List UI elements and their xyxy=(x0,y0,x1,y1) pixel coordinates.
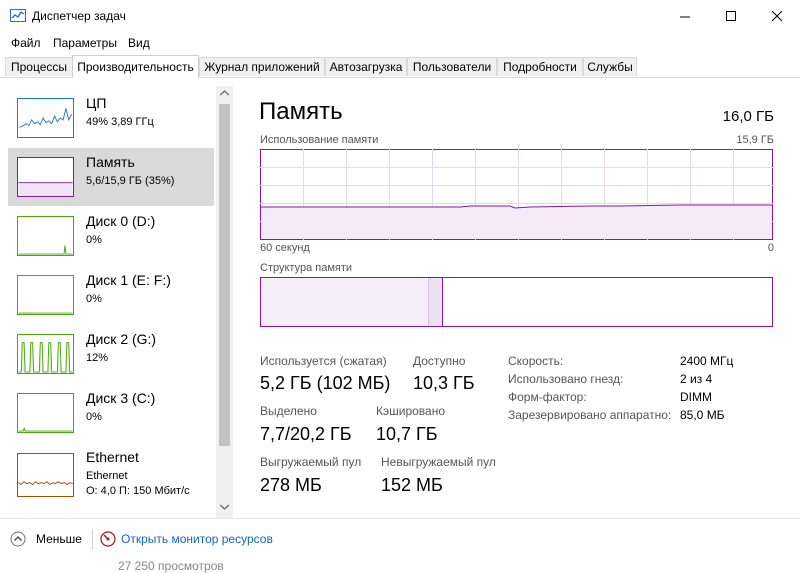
tab-app-history[interactable]: Журнал приложений xyxy=(199,57,325,76)
tab-startup[interactable]: Автозагрузка xyxy=(325,57,407,76)
background-view-count: 27 250 просмотров xyxy=(118,559,224,573)
spec-slots-label: Использовано гнезд: xyxy=(508,372,624,386)
nonpaged-pool-value: 152 МБ xyxy=(381,475,443,495)
maximize-button[interactable] xyxy=(708,0,754,32)
available-label: Доступно xyxy=(413,354,466,368)
committed-value: 7,7/20,2 ГБ xyxy=(260,424,352,444)
chart-axis-right: 0 xyxy=(767,242,774,254)
available-value: 10,3 ГБ xyxy=(413,373,475,393)
sidebar-item-label: Диск 3 (C:) xyxy=(86,390,156,406)
memory-graph-icon xyxy=(17,157,74,197)
sidebar-item-value: 5,6/15,9 ГБ (35%) xyxy=(86,175,175,187)
resource-sidebar: ЦП 49% 3,89 ГГц Память 5,6/15,9 ГБ (35%)… xyxy=(0,78,232,518)
sidebar-item-label: Ethernet xyxy=(86,449,139,465)
sidebar-item-disk1[interactable]: Диск 1 (E: F:) 0% xyxy=(8,266,214,324)
disk-graph-icon xyxy=(17,334,74,374)
spec-reserved-value: 85,0 МБ xyxy=(680,408,725,422)
committed-label: Выделено xyxy=(260,404,317,418)
paged-pool-label: Выгружаемый пул xyxy=(260,455,362,469)
sidebar-item-cpu[interactable]: ЦП 49% 3,89 ГГц xyxy=(8,89,214,147)
sidebar-item-ethernet[interactable]: Ethernet Ethernet О: 4,0 П: 150 Мбит/с xyxy=(8,443,214,507)
sidebar-item-disk3[interactable]: Диск 3 (C:) 0% xyxy=(8,384,214,442)
sidebar-item-label: Диск 1 (E: F:) xyxy=(86,272,171,288)
memory-usage-chart xyxy=(260,149,773,240)
resource-monitor-icon xyxy=(100,531,116,547)
ethernet-graph-icon xyxy=(17,453,74,497)
menu-view[interactable]: Вид xyxy=(128,36,150,50)
sidebar-item-disk0[interactable]: Диск 0 (D:) 0% xyxy=(8,207,214,265)
scroll-down-icon[interactable] xyxy=(220,504,229,510)
chart-axis-left: 60 секунд xyxy=(260,242,310,254)
menu-file[interactable]: Файл xyxy=(11,36,41,50)
usage-chart-label: Использование памяти xyxy=(260,134,379,146)
sidebar-item-label: Диск 2 (G:) xyxy=(86,331,157,347)
scroll-up-icon[interactable] xyxy=(220,90,229,96)
sidebar-item-label: Память xyxy=(86,154,135,170)
sidebar-scrollbar[interactable] xyxy=(216,86,233,518)
total-memory: 16,0 ГБ xyxy=(722,108,774,125)
in-use-label: Используется (сжатая) xyxy=(260,354,387,368)
spec-slots-value: 2 из 4 xyxy=(680,372,713,386)
nonpaged-pool-label: Невыгружаемый пул xyxy=(381,455,496,469)
resource-monitor-link[interactable]: Открыть монитор ресурсов xyxy=(100,531,273,547)
footer-bar: Меньше Открыть монитор ресурсов 27 250 п… xyxy=(0,518,800,573)
sidebar-item-value: Ethernet xyxy=(86,470,128,482)
minimize-icon xyxy=(679,16,690,17)
memory-panel: Память 16,0 ГБ Использование памяти 15,9… xyxy=(246,78,800,518)
sidebar-item-value: 0% xyxy=(86,234,102,246)
menu-bar: Файл Параметры Вид xyxy=(0,33,800,53)
disk-graph-icon xyxy=(17,393,74,433)
title-bar: Диспетчер задач xyxy=(0,0,800,32)
sidebar-item-disk2[interactable]: Диск 2 (G:) 12% xyxy=(8,325,214,383)
cached-label: Кэшировано xyxy=(376,404,446,418)
page-title: Память xyxy=(259,98,343,125)
resource-monitor-label: Открыть монитор ресурсов xyxy=(121,532,273,546)
tab-users[interactable]: Пользователи xyxy=(407,57,497,76)
menu-options[interactable]: Параметры xyxy=(53,36,117,50)
disk-graph-icon xyxy=(17,275,74,315)
sidebar-item-memory[interactable]: Память 5,6/15,9 ГБ (35%) xyxy=(8,148,214,206)
task-manager-icon xyxy=(10,9,26,22)
usage-chart-max: 15,9 ГБ xyxy=(736,134,774,146)
tab-details[interactable]: Подробности xyxy=(497,57,583,76)
minimize-button[interactable] xyxy=(662,0,708,32)
sidebar-item-label: ЦП xyxy=(86,95,107,111)
sidebar-item-value: 12% xyxy=(86,352,109,364)
chevron-up-icon xyxy=(10,531,26,547)
cpu-graph-icon xyxy=(17,98,74,138)
scrollbar-thumb[interactable] xyxy=(219,104,230,446)
sidebar-item-value: 0% xyxy=(86,411,102,423)
spec-reserved-label: Зарезервировано аппаратно: xyxy=(508,408,672,422)
sidebar-item-label: Диск 0 (D:) xyxy=(86,213,156,229)
disk-graph-icon xyxy=(17,216,74,256)
spec-speed-label: Скорость: xyxy=(508,354,564,368)
tab-services[interactable]: Службы xyxy=(583,57,637,76)
paged-pool-value: 278 МБ xyxy=(260,475,322,495)
window-title: Диспетчер задач xyxy=(32,9,126,23)
close-button[interactable] xyxy=(754,0,800,32)
tab-processes[interactable]: Процессы xyxy=(5,57,73,76)
fewer-details-button[interactable]: Меньше xyxy=(10,531,82,547)
tab-performance[interactable]: Производительность xyxy=(72,55,199,78)
spec-form-factor-value: DIMM xyxy=(680,390,712,404)
fewer-details-label: Меньше xyxy=(36,532,82,546)
in-use-value: 5,2 ГБ (102 МБ) xyxy=(260,373,391,393)
footer-divider xyxy=(92,529,93,549)
spec-speed-value: 2400 МГц xyxy=(680,354,734,368)
memory-structure-bar xyxy=(260,277,773,327)
structure-label: Структура памяти xyxy=(260,262,353,274)
sidebar-item-value: 0% xyxy=(86,293,102,305)
sidebar-item-value: 49% 3,89 ГГц xyxy=(86,116,154,128)
spec-form-factor-label: Форм-фактор: xyxy=(508,390,587,404)
maximize-icon xyxy=(725,10,736,21)
sidebar-item-throughput: О: 4,0 П: 150 Мбит/с xyxy=(86,485,190,497)
cached-value: 10,7 ГБ xyxy=(376,424,438,444)
tab-bar: Процессы Производительность Журнал прило… xyxy=(0,55,800,78)
close-icon xyxy=(771,10,782,21)
